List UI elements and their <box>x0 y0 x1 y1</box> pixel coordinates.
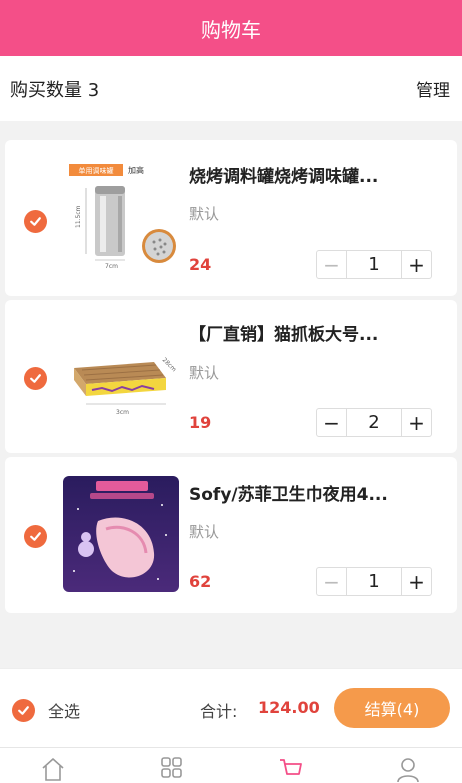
product-price: 24 <box>189 255 212 274</box>
check-icon <box>18 706 29 715</box>
quantity-value[interactable]: 1 <box>347 568 401 595</box>
increase-button[interactable]: + <box>401 409 431 436</box>
cart-item: 3cm 28cm 【厂直销】猫抓板大号... 默认 19 − 2 + <box>5 300 457 453</box>
thumb-length-text: 3cm <box>116 409 129 416</box>
quantity-value[interactable]: 1 <box>347 251 401 278</box>
product-spec: 默认 <box>189 205 220 223</box>
product-price: 62 <box>189 572 212 591</box>
increase-button[interactable]: + <box>401 568 431 595</box>
product-thumbnail[interactable]: 3cm 28cm <box>62 320 182 438</box>
product-thumbnail[interactable] <box>62 475 182 593</box>
title-bar: 购物车 <box>0 0 462 56</box>
product-spec: 默认 <box>189 523 220 541</box>
cart-item: Sofy/苏菲卫生巾夜用4... 默认 62 − 1 + <box>5 457 457 613</box>
tab-home[interactable] <box>33 754 73 783</box>
manage-button[interactable]: 管理 <box>416 76 450 101</box>
checkout-bar: 全选 合计: 124.00 结算(4) <box>0 668 462 747</box>
page-title: 购物车 <box>201 17 261 42</box>
thumb-height-text: 11.5cm <box>75 205 82 228</box>
tab-category[interactable] <box>151 754 191 783</box>
product-name[interactable]: Sofy/苏菲卫生巾夜用4... <box>189 480 388 505</box>
thumb-badge-text: 单用调味罐 <box>79 166 114 175</box>
thumb-depth-text: 28cm <box>161 356 178 373</box>
quantity-value[interactable]: 2 <box>347 409 401 436</box>
check-icon <box>30 532 41 541</box>
product-spec: 默认 <box>189 364 220 382</box>
product-name[interactable]: 烧烤调料罐烧烤调味罐... <box>189 162 378 187</box>
quantity-stepper: − 1 + <box>316 250 432 279</box>
cart-icon <box>280 759 302 775</box>
item-checkbox[interactable] <box>24 210 47 233</box>
quantity-stepper: − 1 + <box>316 567 432 596</box>
thumb-width-text: 7cm <box>105 263 118 270</box>
decrease-button[interactable]: − <box>317 251 347 278</box>
home-icon <box>42 758 64 781</box>
product-thumbnail[interactable]: 单用调味罐 加高 11.5cm 7cm <box>62 158 182 276</box>
check-icon <box>30 374 41 383</box>
decrease-button[interactable]: − <box>317 568 347 595</box>
purchase-count: 购买数量 3 <box>10 79 100 101</box>
quantity-stepper: − 2 + <box>316 408 432 437</box>
product-name[interactable]: 【厂直销】猫抓板大号... <box>189 320 378 345</box>
tab-profile[interactable] <box>388 754 428 783</box>
decrease-button[interactable]: − <box>317 409 347 436</box>
total-label: 合计: <box>200 702 238 721</box>
item-checkbox[interactable] <box>24 367 47 390</box>
check-icon <box>30 217 41 226</box>
bottom-tab-bar <box>0 747 462 783</box>
item-checkbox[interactable] <box>24 525 47 548</box>
cart-summary-bar: 购买数量 3 管理 <box>0 56 462 121</box>
checkout-button[interactable]: 结算(4) <box>334 688 450 728</box>
cart-item: 单用调味罐 加高 11.5cm 7cm 烧烤调料罐烧烤调味罐... 默认 24 … <box>5 140 457 296</box>
tab-cart[interactable] <box>270 754 310 783</box>
select-all-label[interactable]: 全选 <box>48 698 80 722</box>
total-amount: 124.00 <box>258 698 320 717</box>
product-price: 19 <box>189 413 212 432</box>
user-icon <box>397 758 419 782</box>
category-grid-icon <box>161 757 182 778</box>
select-all-checkbox[interactable] <box>12 699 35 722</box>
thumb-tall-text: 加高 <box>128 165 144 175</box>
increase-button[interactable]: + <box>401 251 431 278</box>
cart-page: 购物车 购买数量 3 管理 单用调味罐 加高 11.5cm 7cm 烧烤调料罐烧… <box>0 0 462 783</box>
